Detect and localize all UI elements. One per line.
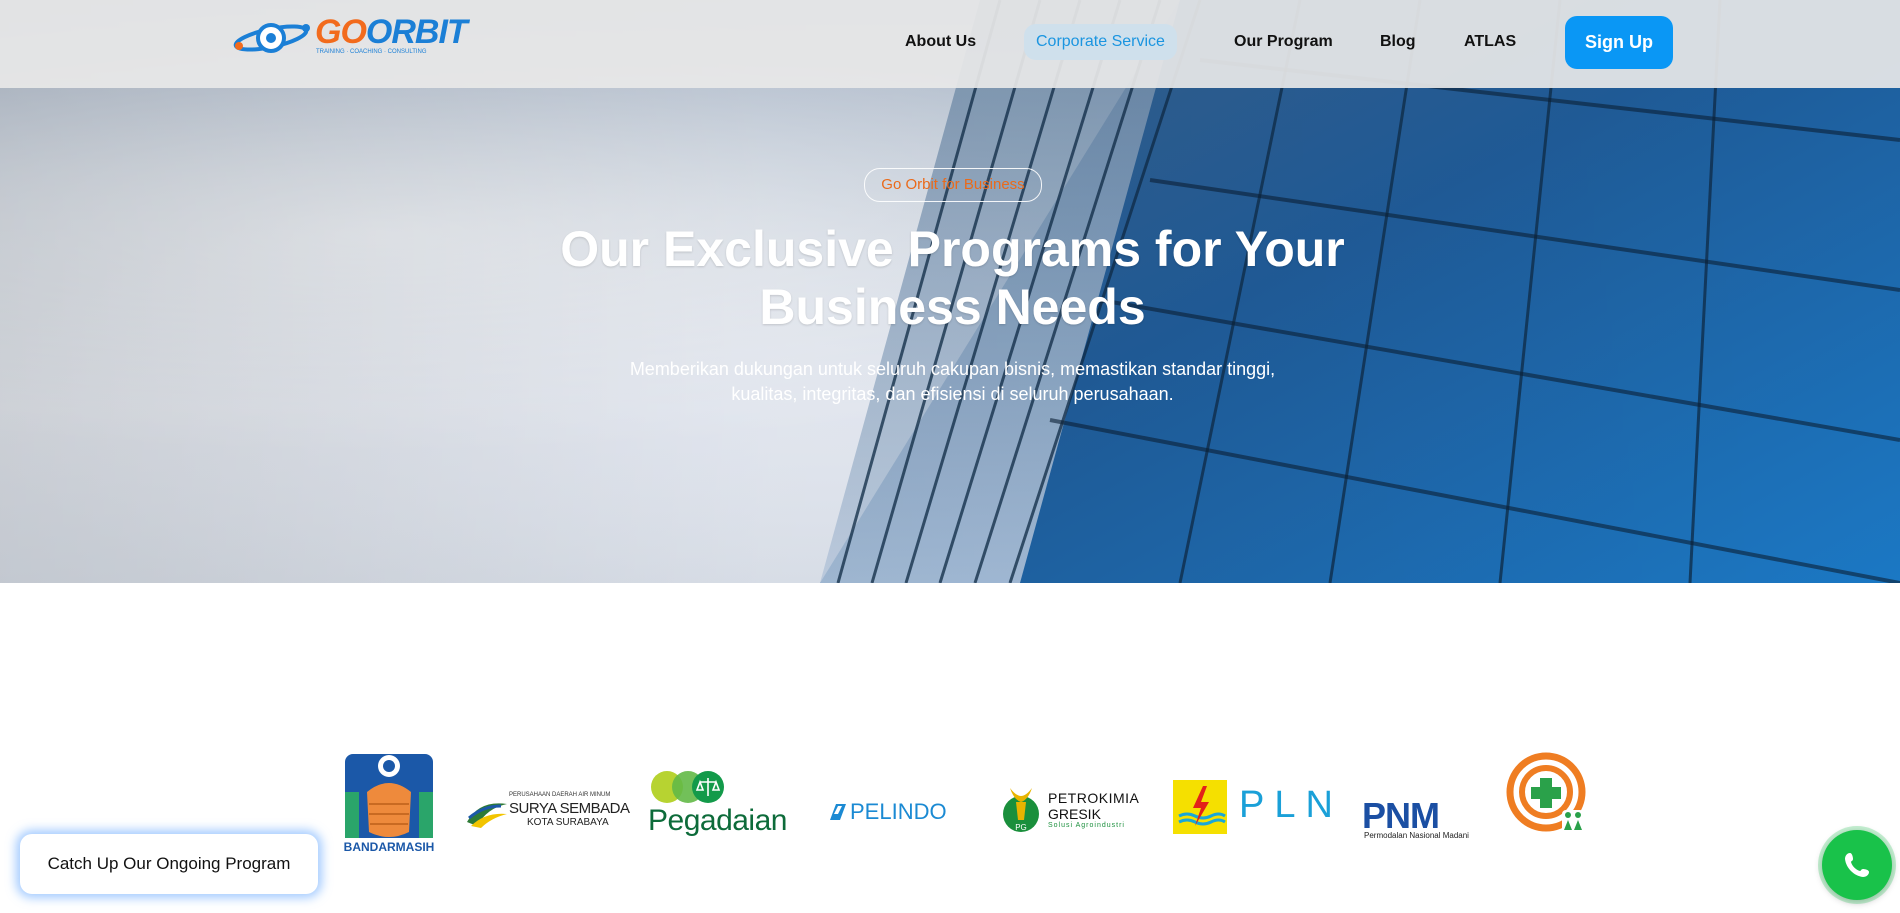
petrokimia-tagline: Solusi Agroindustri (1048, 822, 1125, 829)
logo-wordmark: GOORBIT (315, 13, 468, 51)
surya-wave-icon (467, 803, 507, 828)
catch-up-program-button[interactable]: Catch Up Our Ongoing Program (20, 834, 318, 894)
nav-atlas[interactable]: ATLAS (1452, 24, 1528, 60)
logo-pegadaian: Pegadaian (648, 770, 787, 838)
pegadaian-text: Pegadaian (648, 804, 787, 837)
logo-pln: PLN (1173, 780, 1333, 834)
pegadaian-circles-icon (651, 771, 724, 803)
logo-pnm: PNM Permodalan Nasional Madani (1362, 795, 1469, 841)
logo-tagline: TRAINING · COACHING · CONSULTING (316, 49, 427, 55)
bandarmasih-emblem-icon (345, 754, 433, 838)
site-header: GOORBIT TRAINING · COACHING · CONSULTING… (0, 0, 1900, 88)
whatsapp-phone-icon (1845, 853, 1869, 877)
health-cross-icon (1506, 752, 1586, 832)
surya-top-text: PERUSAHAAN DAERAH AIR MINUM (509, 792, 611, 798)
svg-text:PG: PG (1015, 823, 1027, 832)
logo-text-orbit: ORBIT (365, 13, 468, 51)
logo-surya-sembada: PERUSAHAAN DAERAH AIR MINUM SURYA SEMBAD… (465, 790, 630, 834)
whatsapp-button[interactable] (1822, 830, 1892, 900)
logo-petrokimia-gresik: PG PETROKIMIA GRESIK Solusi Agroindustri (998, 780, 1140, 836)
hero-subtitle: Memberikan dukungan untuk seluruh cakupa… (629, 359, 1276, 404)
nav-our-program[interactable]: Our Program (1222, 24, 1345, 60)
surya-sub-text: KOTA SURABAYA (527, 817, 609, 828)
sign-up-button[interactable]: Sign Up (1565, 16, 1673, 69)
goorbit-logo[interactable]: GOORBIT TRAINING · COACHING · CONSULTING (233, 14, 468, 60)
hero-badge: Go Orbit for Business (864, 168, 1042, 202)
nav-blog[interactable]: Blog (1368, 24, 1428, 60)
pln-text: PLN (1239, 784, 1343, 826)
nav-corporate-service[interactable]: Corporate Service (1024, 24, 1177, 60)
petrokimia-text: PETROKIMIA (1048, 790, 1140, 806)
pnm-subtext: Permodalan Nasional Madani (1364, 831, 1469, 840)
pln-bolt-icon (1173, 780, 1227, 834)
surya-main-text: SURYA SEMBADA (509, 800, 630, 817)
pelindo-text: PELINDO (850, 799, 947, 824)
logo-health-insurance (1506, 752, 1588, 838)
logo-text-go: GO (315, 13, 367, 51)
logo-pelindo: PELINDO (826, 798, 947, 826)
petrokimia-bull-icon: PG (1003, 788, 1039, 832)
pelindo-mark-icon (830, 804, 846, 820)
hero-title: Our Exclusive Programs for Your Business… (560, 221, 1345, 335)
logo-bandarmasih: BANDARMASIH (343, 752, 435, 858)
bandarmasih-text: BANDARMASIH (343, 840, 435, 854)
gresik-text: GRESIK (1048, 806, 1101, 822)
nav-about-us[interactable]: About Us (893, 24, 988, 60)
